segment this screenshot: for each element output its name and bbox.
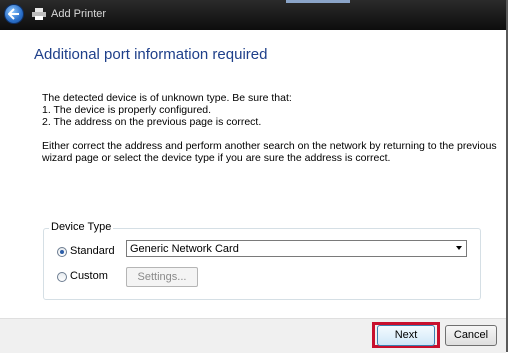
device-type-label: Device Type (49, 221, 114, 233)
settings-button[interactable]: Settings... (126, 267, 198, 287)
instruction-paragraph: The detected device is of unknown type. … (42, 92, 292, 128)
device-type-select-value: Generic Network Card (130, 243, 239, 255)
explanation-line: wizard page or select the device type if… (42, 152, 391, 164)
custom-radio[interactable] (57, 272, 67, 282)
device-type-select[interactable]: Generic Network Card (126, 240, 467, 257)
instruction-line: 1. The device is properly configured. (42, 104, 212, 116)
window-title: Add Printer (51, 8, 107, 20)
title-bar-artifact (286, 0, 350, 3)
back-arrow-icon (8, 8, 19, 20)
back-button[interactable] (4, 4, 24, 24)
title-bar: Add Printer (0, 0, 508, 30)
page-heading: Additional port information required (34, 46, 268, 63)
printer-icon (32, 8, 46, 20)
standard-radio[interactable] (57, 247, 67, 257)
standard-radio-label[interactable]: Standard (70, 245, 115, 257)
device-type-group (43, 228, 481, 300)
cancel-button[interactable]: Cancel (445, 325, 497, 346)
custom-radio-label[interactable]: Custom (70, 270, 108, 282)
next-button[interactable]: Next (377, 325, 435, 346)
chevron-down-icon (456, 246, 462, 250)
instruction-line: The detected device is of unknown type. … (42, 92, 292, 104)
explanation-line: Either correct the address and perform a… (42, 140, 497, 152)
instruction-line: 2. The address on the previous page is c… (42, 116, 262, 128)
explanation-paragraph: Either correct the address and perform a… (42, 140, 497, 164)
